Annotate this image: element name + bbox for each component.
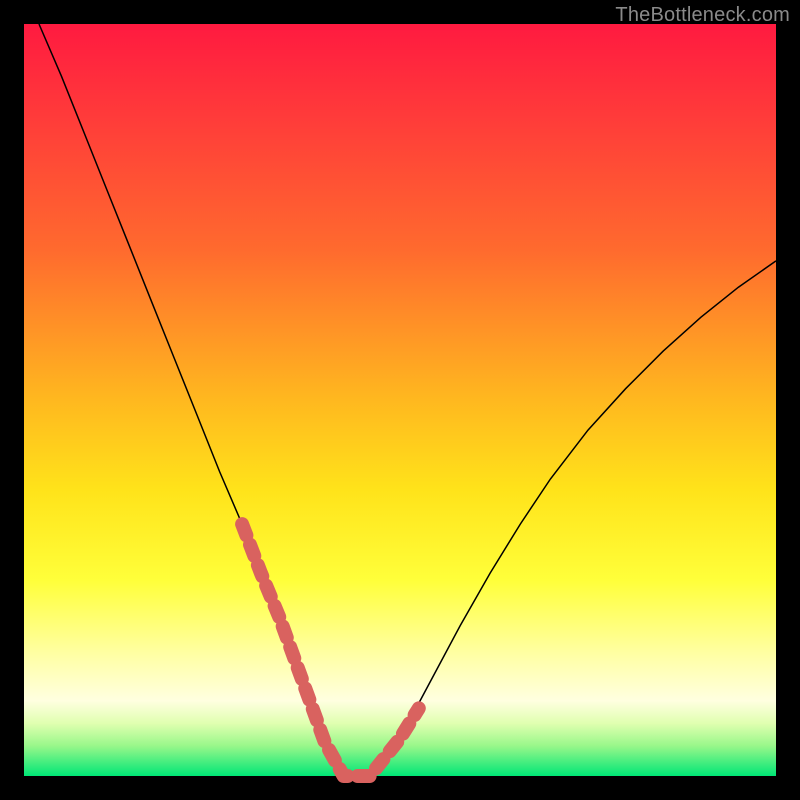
plot-area (24, 24, 776, 776)
watermark-text: TheBottleneck.com (615, 4, 790, 27)
chart-frame: TheBottleneck.com (0, 0, 800, 800)
bottleneck-curve (39, 24, 776, 776)
optimal-window-highlight (242, 524, 419, 776)
curve-layer (24, 24, 776, 776)
